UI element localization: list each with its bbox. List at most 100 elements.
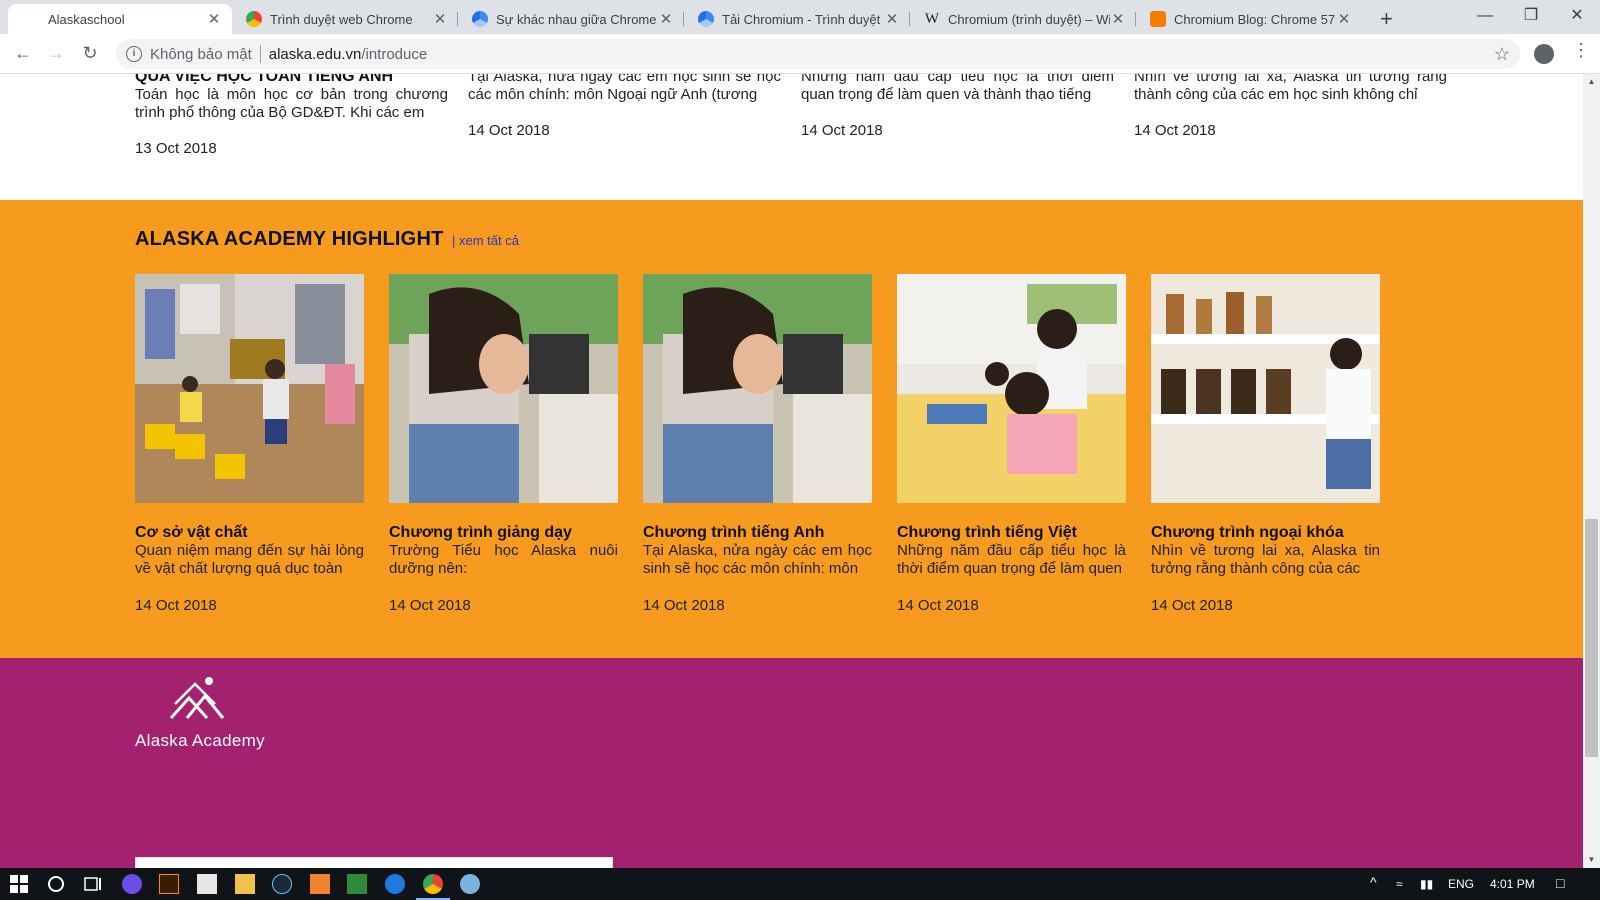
tab-download-chromium[interactable]: Tải Chromium - Trình duyệt C ✕ — [688, 4, 910, 34]
chromium-icon — [472, 11, 488, 27]
illustrator-icon[interactable] — [159, 874, 179, 894]
article-title[interactable]: QUA VIỆC HỌC TOÁN TIẾNG ANH — [135, 74, 448, 86]
section-title: ALASKA ACADEMY HIGHLIGHT — [135, 228, 444, 250]
tab-title: Chromium (trình duyệt) – Wi — [948, 11, 1110, 27]
highlight-card[interactable]: Chương trình tiếng Anh Tại Alaska, nửa n… — [643, 274, 872, 614]
info-icon[interactable]: i — [126, 46, 142, 62]
menu-kebab-icon[interactable]: ⋮ — [1572, 40, 1590, 61]
restore-icon[interactable]: ❐ — [1508, 0, 1554, 34]
curriculum-photo[interactable] — [389, 274, 618, 503]
tab-chrome-vs-chromium[interactable]: Sự khác nhau giữa Chrome v ✕ — [462, 4, 684, 34]
tab-title: Tải Chromium - Trình duyệt C — [722, 11, 884, 27]
article-strip: QUA VIỆC HỌC TOÁN TIẾNG ANH Toán học là … — [0, 74, 1583, 200]
security-label[interactable]: Không bảo mật — [150, 46, 252, 63]
close-tab-icon[interactable]: ✕ — [658, 10, 674, 28]
chrome-icon — [246, 11, 262, 27]
card-title[interactable]: Chương trình giảng dạy — [389, 524, 618, 542]
card-excerpt: Nhìn về tương lai xa, Alaska tin tưởng r… — [1151, 542, 1380, 577]
close-tab-icon[interactable]: ✕ — [1336, 10, 1352, 28]
tab-title: Trình duyệt web Chrome — [270, 11, 413, 27]
back-arrow-icon[interactable]: ← — [10, 40, 36, 66]
card-date: 14 Oct 2018 — [1151, 597, 1233, 614]
tab-title: Sự khác nhau giữa Chrome v — [496, 11, 658, 27]
app-grid-icon[interactable] — [197, 874, 217, 894]
see-all-link[interactable]: | xem tất cả — [452, 233, 519, 248]
article-card[interactable]: Nhìn về tương lai xa, Alaska tin tưởng r… — [1134, 74, 1447, 139]
battery-icon[interactable]: ▮▮ — [1420, 877, 1433, 891]
card-excerpt: Tại Alaska, nửa ngày các em học sinh sẽ … — [643, 542, 872, 577]
article-excerpt: Nhìn về tương lai xa, Alaska tin tưởng r… — [1134, 74, 1447, 103]
card-title[interactable]: Chương trình ngoại khóa — [1151, 524, 1380, 542]
notification-icon[interactable]: □ — [1556, 875, 1564, 891]
firefox-icon[interactable] — [385, 874, 405, 894]
tab-strip: Alaskaschool ✕ Trình duyệt web Chrome ✕ … — [0, 0, 1600, 34]
article-card[interactable]: QUA VIỆC HỌC TOÁN TIẾNG ANH Toán học là … — [135, 74, 448, 157]
firefox-dev-icon[interactable] — [122, 874, 142, 894]
new-tab-button[interactable]: + — [1380, 6, 1393, 32]
search-icon[interactable] — [46, 874, 66, 894]
chrome-taskbar-icon[interactable] — [423, 874, 443, 894]
tab-title: Alaskaschool — [48, 11, 125, 27]
url-path[interactable]: /introduce — [361, 46, 427, 63]
tab-title: Chromium Blog: Chrome 57 C — [1174, 11, 1336, 27]
close-tab-icon[interactable]: ✕ — [884, 10, 900, 28]
page-scrollbar[interactable]: ▲ ▼ — [1583, 74, 1600, 868]
card-date: 14 Oct 2018 — [389, 597, 471, 614]
scroll-up-arrow-icon[interactable]: ▲ — [1583, 74, 1600, 90]
card-excerpt: Quan niệm mang đến sự hài lòng về vật ch… — [135, 542, 364, 577]
file-explorer-icon[interactable] — [235, 874, 255, 894]
card-date: 14 Oct 2018 — [643, 597, 725, 614]
tab-alaskaschool[interactable]: Alaskaschool ✕ — [8, 4, 232, 34]
wifi-icon[interactable]: ≈ — [1396, 877, 1403, 891]
profile-avatar-icon[interactable] — [1534, 44, 1554, 64]
article-card[interactable]: Tại Alaska, nửa ngày các em học sinh sẽ … — [468, 74, 781, 139]
english-program-photo[interactable] — [643, 274, 872, 503]
card-title[interactable]: Cơ sở vật chất — [135, 524, 364, 542]
card-excerpt: Trường Tiểu học Alaska nuôi dưỡng nên: — [389, 542, 618, 577]
show-hidden-icons-icon[interactable]: ^ — [1370, 874, 1377, 890]
highlight-card[interactable]: Chương trình tiếng Việt Những năm đầu cấ… — [897, 274, 1126, 614]
tab-chrome[interactable]: Trình duyệt web Chrome ✕ — [236, 4, 458, 34]
tab-wikipedia-chromium[interactable]: W Chromium (trình duyệt) – Wi ✕ — [914, 4, 1136, 34]
xampp-icon[interactable] — [310, 874, 330, 894]
forward-arrow-icon[interactable]: → — [43, 40, 69, 66]
highlight-header: ALASKA ACADEMY HIGHLIGHT | xem tất cả — [135, 228, 519, 251]
card-title[interactable]: Chương trình tiếng Anh — [643, 524, 872, 542]
article-date: 14 Oct 2018 — [1134, 122, 1216, 139]
url-host[interactable]: alaska.edu.vn — [269, 46, 362, 63]
app-icon[interactable] — [460, 874, 480, 894]
close-tab-icon[interactable]: ✕ — [432, 10, 448, 28]
steam-icon[interactable] — [272, 874, 292, 894]
article-excerpt: Toán học là môn học cơ bản trong chương … — [135, 86, 448, 121]
address-bar[interactable]: i Không bảo mật alaska.edu.vn/introduce … — [116, 39, 1520, 69]
extracurricular-photo[interactable] — [1151, 274, 1380, 503]
scrollbar-thumb[interactable] — [1585, 519, 1598, 757]
windows-taskbar: ^ ≈ ▮▮ ENG 4:01 PM □ — [0, 868, 1600, 900]
email-field[interactable] — [135, 857, 613, 868]
card-title[interactable]: Chương trình tiếng Việt — [897, 524, 1126, 542]
highlight-card[interactable]: Chương trình ngoại khóa Nhìn về tương la… — [1151, 274, 1380, 614]
notepad-icon[interactable] — [347, 874, 367, 894]
windows-start-icon[interactable] — [9, 874, 29, 894]
task-view-icon[interactable] — [83, 874, 103, 894]
alaska-logo[interactable]: Alaska Academy — [135, 676, 265, 751]
card-date: 14 Oct 2018 — [135, 597, 217, 614]
omnibox-divider — [259, 45, 261, 63]
close-tab-icon[interactable]: ✕ — [206, 10, 222, 28]
bookmark-star-icon[interactable]: ☆ — [1494, 44, 1510, 65]
facilities-photo[interactable] — [135, 274, 364, 503]
language-indicator[interactable]: ENG — [1448, 877, 1474, 891]
reload-icon[interactable]: ↻ — [77, 40, 103, 66]
clock[interactable]: 4:01 PM — [1490, 877, 1535, 891]
article-card[interactable]: Những năm đầu cấp tiểu học là thời điểm … — [801, 74, 1114, 139]
page-viewport: QUA VIỆC HỌC TOÁN TIẾNG ANH Toán học là … — [0, 74, 1583, 868]
vietnamese-program-photo[interactable] — [897, 274, 1126, 503]
highlight-card[interactable]: Cơ sở vật chất Quan niệm mang đến sự hài… — [135, 274, 364, 614]
window-close-icon[interactable]: ✕ — [1554, 0, 1600, 34]
minimize-icon[interactable]: — — [1462, 0, 1508, 34]
scroll-down-arrow-icon[interactable]: ▼ — [1583, 852, 1600, 868]
highlight-card[interactable]: Chương trình giảng dạy Trường Tiểu học A… — [389, 274, 618, 614]
logo-name: Alaska Academy — [135, 731, 265, 750]
close-tab-icon[interactable]: ✕ — [1110, 10, 1126, 28]
tab-chromium-blog[interactable]: Chromium Blog: Chrome 57 C ✕ — [1140, 4, 1362, 34]
